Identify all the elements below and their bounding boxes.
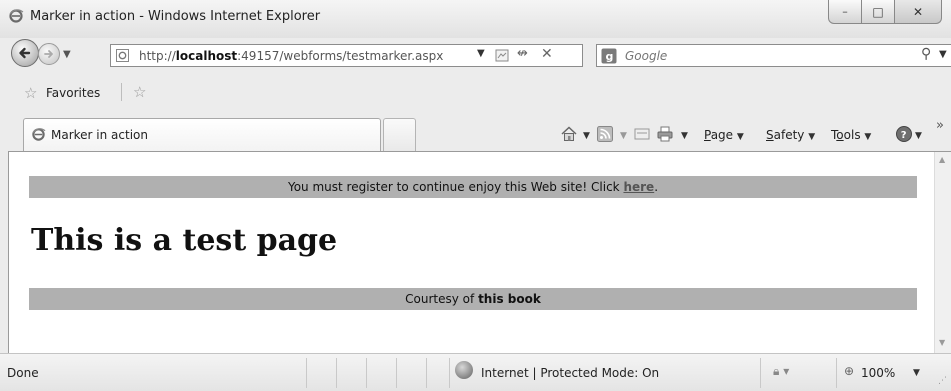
tools-menu-button[interactable]: Tools ▼: [831, 128, 871, 142]
zoom-icon[interactable]: ⊕: [844, 364, 854, 378]
compatibility-view-icon[interactable]: [494, 47, 510, 64]
status-divider: [336, 358, 337, 388]
address-bar[interactable]: http://localhost:49157/webforms/testmark…: [110, 44, 583, 67]
print-dropdown-icon[interactable]: ▼: [681, 131, 688, 141]
scroll-up-icon[interactable]: ▲: [939, 155, 945, 164]
resize-grip-icon[interactable]: ⋰: [938, 376, 947, 386]
forward-button[interactable]: [38, 43, 60, 65]
status-divider: [426, 358, 427, 388]
search-provider-dropdown-icon[interactable]: ▼: [939, 49, 947, 60]
favorites-star-icon[interactable]: ☆: [24, 84, 37, 102]
maximize-button[interactable]: □: [861, 0, 895, 24]
favorites-bar: ☆ Favorites ☆: [0, 75, 951, 113]
close-icon: ✕: [912, 4, 924, 19]
tab-label: Marker in action: [51, 128, 148, 142]
divider: [121, 83, 122, 101]
internet-globe-icon: [455, 361, 473, 379]
address-url[interactable]: http://localhost:49157/webforms/testmark…: [139, 49, 443, 63]
status-divider: [760, 358, 761, 388]
status-divider: [836, 358, 837, 388]
courtesy-text: Courtesy of: [405, 292, 475, 306]
feeds-icon[interactable]: [597, 126, 613, 142]
register-banner: You must register to continue enjoy this…: [29, 176, 917, 198]
page-heading: This is a test page: [31, 223, 338, 258]
add-to-favorites-bar-icon[interactable]: ☆: [133, 83, 146, 101]
safety-menu-button[interactable]: Safety ▼: [766, 128, 815, 142]
back-arrow-icon: [19, 47, 31, 59]
print-icon[interactable]: [656, 125, 674, 143]
protected-mode-icon[interactable]: 🔒︎ ▾: [773, 364, 789, 379]
feeds-dropdown-icon[interactable]: ▼: [620, 131, 627, 141]
courtesy-banner: Courtesy of this book: [29, 288, 917, 310]
status-divider: [306, 358, 307, 388]
help-dropdown-icon[interactable]: ▼: [915, 131, 922, 141]
search-icon[interactable]: ⚲: [921, 46, 931, 62]
address-dropdown-icon[interactable]: ▼: [477, 48, 485, 59]
minimize-button[interactable]: –: [828, 0, 862, 24]
ie-page-icon: [32, 128, 46, 141]
help-button[interactable]: ?: [895, 125, 913, 146]
favorites-button[interactable]: Favorites: [46, 86, 100, 100]
search-box[interactable]: g ⚲ ▼: [596, 44, 951, 67]
page-content: You must register to continue enjoy this…: [8, 151, 951, 353]
zoom-dropdown-icon[interactable]: ▼: [913, 368, 920, 378]
zoom-level[interactable]: 100%: [861, 366, 895, 380]
svg-text:g: g: [606, 50, 614, 63]
minimize-icon: –: [842, 5, 848, 18]
home-icon[interactable]: [560, 125, 578, 143]
svg-text:?: ?: [901, 130, 907, 141]
register-here-link[interactable]: here: [623, 180, 654, 194]
more-commands-icon[interactable]: »: [936, 118, 944, 133]
home-dropdown-icon[interactable]: ▼: [583, 131, 590, 141]
title-bar: Marker in action - Windows Internet Expl…: [0, 0, 951, 38]
courtesy-book: this book: [478, 292, 541, 306]
page-menu-button[interactable]: Page ▼: [704, 128, 744, 142]
scroll-down-icon[interactable]: ▼: [939, 338, 945, 347]
new-tab-button[interactable]: [383, 118, 416, 151]
status-divider: [366, 358, 367, 388]
search-input[interactable]: [623, 48, 887, 64]
window-title: Marker in action - Windows Internet Expl…: [30, 9, 321, 24]
security-zone-text[interactable]: Internet | Protected Mode: On: [481, 366, 659, 380]
google-logo-icon: g: [601, 48, 617, 64]
vertical-scrollbar[interactable]: ▲ ▼: [934, 152, 951, 353]
status-divider: [396, 358, 397, 388]
read-mail-icon[interactable]: [634, 127, 650, 141]
forward-arrow-icon: [44, 50, 53, 58]
status-bar: Done Internet | Protected Mode: On 🔒︎ ▾ …: [0, 353, 951, 391]
status-text: Done: [7, 366, 39, 380]
close-button[interactable]: ✕: [894, 0, 942, 24]
status-divider: [449, 358, 450, 388]
refresh-icon[interactable]: ↮: [517, 46, 528, 61]
stop-icon[interactable]: ✕: [541, 46, 553, 62]
page-icon: [116, 49, 129, 62]
register-text: You must register to continue enjoy this…: [287, 180, 620, 194]
maximize-icon: □: [872, 4, 884, 19]
banner-period: .: [654, 180, 659, 194]
ie-logo-icon: [9, 9, 24, 23]
help-icon: ?: [896, 126, 912, 142]
recent-pages-dropdown-icon[interactable]: ▼: [63, 49, 71, 60]
tab-marker-in-action[interactable]: Marker in action: [23, 118, 381, 151]
back-button[interactable]: [11, 39, 39, 67]
